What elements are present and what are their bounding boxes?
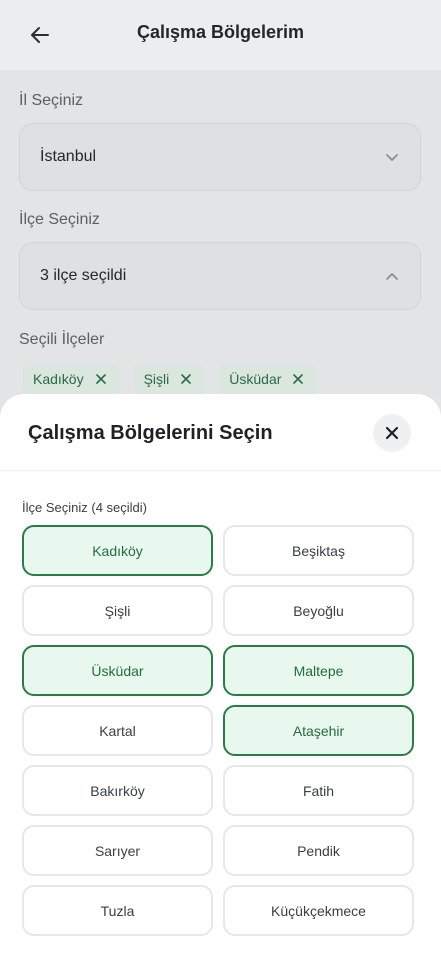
chevron-up-icon	[384, 268, 400, 284]
close-sheet-button[interactable]	[373, 414, 411, 452]
district-option[interactable]: Pendik	[223, 825, 414, 876]
district-chip: Şişli	[133, 364, 206, 394]
chip-label: Üsküdar	[229, 371, 282, 387]
district-option[interactable]: Üsküdar	[22, 645, 213, 696]
district-options-grid: Kadıköy Beşiktaş Şişli Beyoğlu Üsküdar Maltep…	[22, 525, 414, 936]
remove-chip-button[interactable]	[179, 372, 193, 386]
district-option[interactable]: Bakırköy	[22, 765, 213, 816]
close-icon	[181, 374, 192, 384]
district-option[interactable]: Şişli	[22, 585, 213, 636]
chip-label: Şişli	[143, 371, 170, 387]
page-title: Çalışma Bölgelerim	[136, 22, 305, 42]
district-option[interactable]: Kadıköy	[22, 525, 213, 576]
district-option[interactable]: Tuzla	[22, 885, 213, 936]
close-icon	[95, 374, 106, 384]
close-icon	[293, 374, 304, 384]
province-value: İstanbul	[40, 148, 97, 165]
district-select[interactable]: 3 ilçe seçildi	[19, 242, 421, 310]
close-icon	[385, 426, 399, 440]
district-option[interactable]: Maltepe	[223, 645, 414, 696]
district-value: 3 ilçe seçildi	[40, 267, 127, 284]
sheet-title: Çalışma Bölgelerini Seçin	[28, 422, 273, 444]
divider	[0, 470, 441, 471]
district-chip: Kadıköy	[23, 364, 120, 394]
district-option[interactable]: Küçükçekmece	[223, 885, 414, 936]
selected-districts-label: Seçili İlçeler	[19, 331, 105, 348]
chevron-down-icon	[384, 149, 400, 165]
district-option[interactable]: Fatih	[223, 765, 414, 816]
chip-label: Kadıköy	[33, 371, 84, 387]
app-bar: Çalışma Bölgelerim	[0, 0, 441, 70]
district-option[interactable]: Beşiktaş	[223, 525, 414, 576]
district-label: İlçe Seçiniz	[19, 211, 100, 228]
province-label: İl Seçiniz	[19, 92, 84, 109]
remove-chip-button[interactable]	[94, 372, 108, 386]
district-option[interactable]: Sarıyer	[22, 825, 213, 876]
district-picker-sheet: Çalışma Bölgelerini Seçin İlçe Seçiniz (…	[0, 394, 441, 964]
district-option[interactable]: Kartal	[22, 705, 213, 756]
district-option[interactable]: Beyoğlu	[223, 585, 414, 636]
province-select[interactable]: İstanbul	[19, 123, 421, 191]
district-section-label: İlçe Seçiniz (4 seçildi)	[22, 500, 147, 515]
remove-chip-button[interactable]	[291, 372, 305, 386]
district-chip: Üsküdar	[219, 364, 318, 394]
selected-districts-chips: Kadıköy Şişli Üsküdar	[23, 364, 318, 394]
district-option[interactable]: Ataşehir	[223, 705, 414, 756]
